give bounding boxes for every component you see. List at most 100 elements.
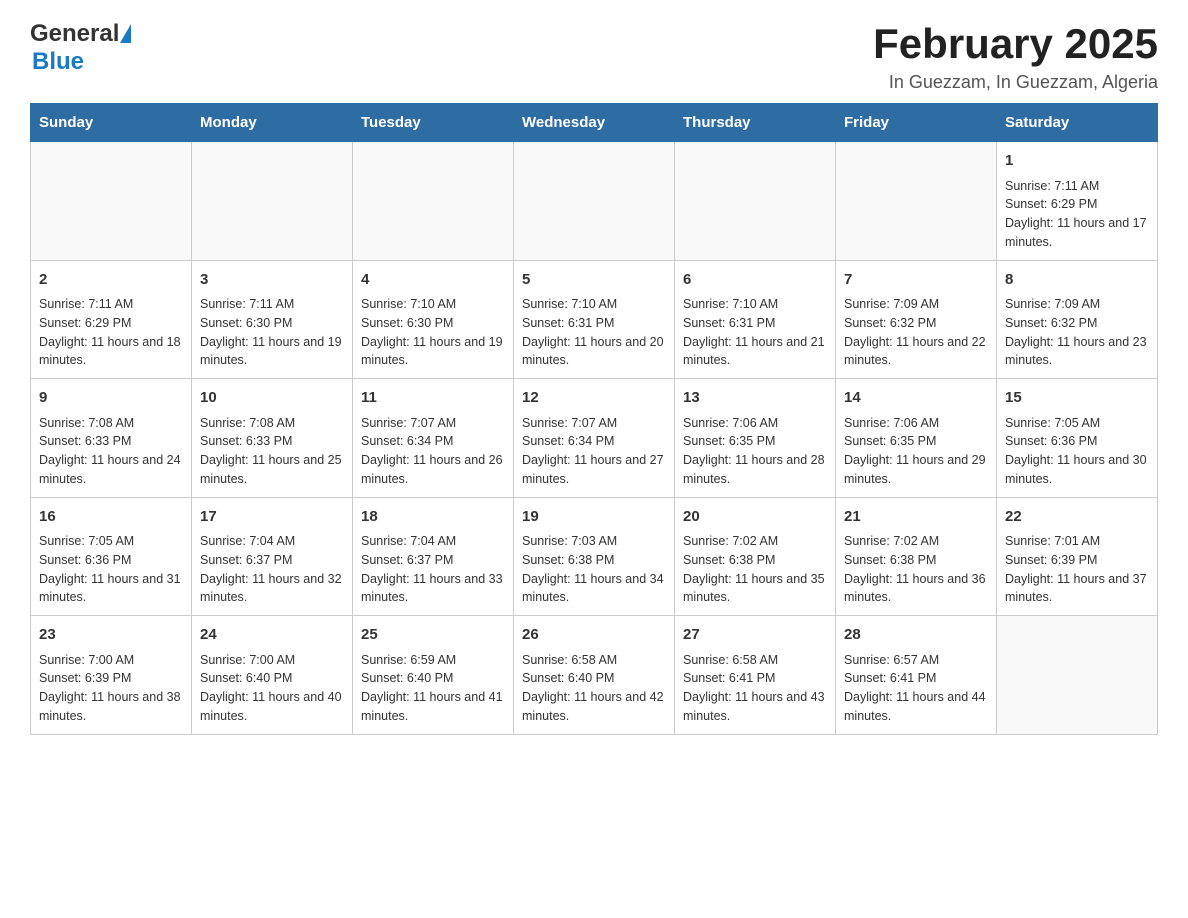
sunrise-text: Sunrise: 7:06 AM (683, 416, 778, 430)
sunset-text: Sunset: 6:29 PM (1005, 197, 1097, 211)
table-row: 14 Sunrise: 7:06 AM Sunset: 6:35 PM Dayl… (836, 379, 997, 498)
table-row (353, 142, 514, 261)
title-area: February 2025 In Guezzam, In Guezzam, Al… (873, 20, 1158, 93)
sunrise-text: Sunrise: 7:01 AM (1005, 534, 1100, 548)
day-number: 6 (683, 269, 827, 292)
calendar-header-row: Sunday Monday Tuesday Wednesday Thursday… (31, 104, 1158, 142)
col-monday: Monday (192, 104, 353, 142)
sunrise-text: Sunrise: 7:08 AM (39, 416, 134, 430)
sunrise-text: Sunrise: 7:10 AM (683, 297, 778, 311)
page-header: General Blue February 2025 In Guezzam, I… (30, 20, 1158, 93)
table-row: 16 Sunrise: 7:05 AM Sunset: 6:36 PM Dayl… (31, 497, 192, 616)
sunset-text: Sunset: 6:30 PM (361, 316, 453, 330)
daylight-text: Daylight: 11 hours and 43 minutes. (683, 690, 825, 723)
sunrise-text: Sunrise: 7:05 AM (39, 534, 134, 548)
day-number: 20 (683, 506, 827, 529)
daylight-text: Daylight: 11 hours and 29 minutes. (844, 453, 986, 486)
daylight-text: Daylight: 11 hours and 23 minutes. (1005, 335, 1147, 368)
table-row (997, 616, 1158, 735)
logo-general-text: General (30, 20, 119, 48)
table-row: 28 Sunrise: 6:57 AM Sunset: 6:41 PM Dayl… (836, 616, 997, 735)
day-number: 23 (39, 624, 183, 647)
day-number: 8 (1005, 269, 1149, 292)
day-number: 2 (39, 269, 183, 292)
sunrise-text: Sunrise: 6:59 AM (361, 653, 456, 667)
sunset-text: Sunset: 6:39 PM (1005, 553, 1097, 567)
calendar-week-row: 23 Sunrise: 7:00 AM Sunset: 6:39 PM Dayl… (31, 616, 1158, 735)
day-number: 16 (39, 506, 183, 529)
daylight-text: Daylight: 11 hours and 31 minutes. (39, 572, 181, 605)
day-number: 14 (844, 387, 988, 410)
sunset-text: Sunset: 6:40 PM (522, 671, 614, 685)
sunset-text: Sunset: 6:36 PM (39, 553, 131, 567)
calendar-week-row: 16 Sunrise: 7:05 AM Sunset: 6:36 PM Dayl… (31, 497, 1158, 616)
sunset-text: Sunset: 6:41 PM (683, 671, 775, 685)
day-number: 1 (1005, 150, 1149, 173)
daylight-text: Daylight: 11 hours and 44 minutes. (844, 690, 986, 723)
daylight-text: Daylight: 11 hours and 19 minutes. (200, 335, 342, 368)
sunset-text: Sunset: 6:40 PM (361, 671, 453, 685)
daylight-text: Daylight: 11 hours and 42 minutes. (522, 690, 664, 723)
sunrise-text: Sunrise: 6:57 AM (844, 653, 939, 667)
location-subtitle: In Guezzam, In Guezzam, Algeria (873, 72, 1158, 93)
daylight-text: Daylight: 11 hours and 38 minutes. (39, 690, 181, 723)
table-row: 11 Sunrise: 7:07 AM Sunset: 6:34 PM Dayl… (353, 379, 514, 498)
col-sunday: Sunday (31, 104, 192, 142)
sunrise-text: Sunrise: 7:08 AM (200, 416, 295, 430)
sunset-text: Sunset: 6:31 PM (683, 316, 775, 330)
day-number: 7 (844, 269, 988, 292)
sunrise-text: Sunrise: 7:06 AM (844, 416, 939, 430)
table-row: 4 Sunrise: 7:10 AM Sunset: 6:30 PM Dayli… (353, 260, 514, 379)
daylight-text: Daylight: 11 hours and 22 minutes. (844, 335, 986, 368)
table-row: 2 Sunrise: 7:11 AM Sunset: 6:29 PM Dayli… (31, 260, 192, 379)
daylight-text: Daylight: 11 hours and 28 minutes. (683, 453, 825, 486)
sunset-text: Sunset: 6:38 PM (683, 553, 775, 567)
table-row: 26 Sunrise: 6:58 AM Sunset: 6:40 PM Dayl… (514, 616, 675, 735)
logo-triangle-icon (120, 24, 131, 43)
sunset-text: Sunset: 6:32 PM (1005, 316, 1097, 330)
sunrise-text: Sunrise: 7:07 AM (361, 416, 456, 430)
sunrise-text: Sunrise: 7:00 AM (200, 653, 295, 667)
day-number: 4 (361, 269, 505, 292)
table-row: 19 Sunrise: 7:03 AM Sunset: 6:38 PM Dayl… (514, 497, 675, 616)
day-number: 9 (39, 387, 183, 410)
daylight-text: Daylight: 11 hours and 17 minutes. (1005, 216, 1147, 249)
sunset-text: Sunset: 6:34 PM (361, 434, 453, 448)
day-number: 5 (522, 269, 666, 292)
day-number: 28 (844, 624, 988, 647)
sunrise-text: Sunrise: 7:10 AM (361, 297, 456, 311)
col-tuesday: Tuesday (353, 104, 514, 142)
day-number: 12 (522, 387, 666, 410)
sunrise-text: Sunrise: 7:00 AM (39, 653, 134, 667)
col-wednesday: Wednesday (514, 104, 675, 142)
daylight-text: Daylight: 11 hours and 40 minutes. (200, 690, 342, 723)
day-number: 24 (200, 624, 344, 647)
daylight-text: Daylight: 11 hours and 25 minutes. (200, 453, 342, 486)
table-row: 1 Sunrise: 7:11 AM Sunset: 6:29 PM Dayli… (997, 142, 1158, 261)
calendar-week-row: 9 Sunrise: 7:08 AM Sunset: 6:33 PM Dayli… (31, 379, 1158, 498)
table-row: 8 Sunrise: 7:09 AM Sunset: 6:32 PM Dayli… (997, 260, 1158, 379)
daylight-text: Daylight: 11 hours and 20 minutes. (522, 335, 664, 368)
table-row (192, 142, 353, 261)
sunset-text: Sunset: 6:35 PM (683, 434, 775, 448)
sunrise-text: Sunrise: 7:07 AM (522, 416, 617, 430)
table-row: 7 Sunrise: 7:09 AM Sunset: 6:32 PM Dayli… (836, 260, 997, 379)
table-row: 20 Sunrise: 7:02 AM Sunset: 6:38 PM Dayl… (675, 497, 836, 616)
table-row: 10 Sunrise: 7:08 AM Sunset: 6:33 PM Dayl… (192, 379, 353, 498)
day-number: 17 (200, 506, 344, 529)
sunset-text: Sunset: 6:41 PM (844, 671, 936, 685)
day-number: 22 (1005, 506, 1149, 529)
table-row (675, 142, 836, 261)
day-number: 25 (361, 624, 505, 647)
day-number: 13 (683, 387, 827, 410)
sunset-text: Sunset: 6:38 PM (522, 553, 614, 567)
sunset-text: Sunset: 6:37 PM (200, 553, 292, 567)
sunset-text: Sunset: 6:38 PM (844, 553, 936, 567)
table-row: 21 Sunrise: 7:02 AM Sunset: 6:38 PM Dayl… (836, 497, 997, 616)
sunrise-text: Sunrise: 7:11 AM (200, 297, 294, 311)
sunset-text: Sunset: 6:33 PM (39, 434, 131, 448)
daylight-text: Daylight: 11 hours and 18 minutes. (39, 335, 181, 368)
daylight-text: Daylight: 11 hours and 27 minutes. (522, 453, 664, 486)
sunset-text: Sunset: 6:29 PM (39, 316, 131, 330)
table-row: 17 Sunrise: 7:04 AM Sunset: 6:37 PM Dayl… (192, 497, 353, 616)
